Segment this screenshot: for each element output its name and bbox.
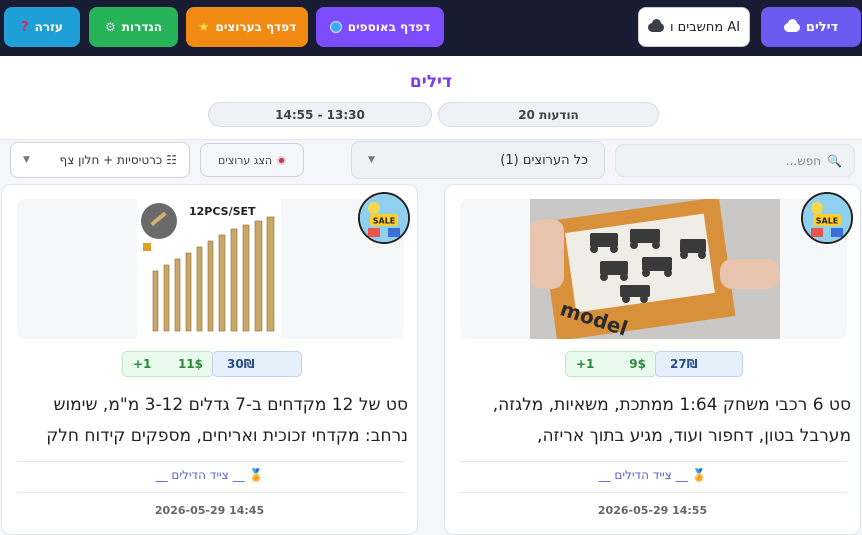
product-image[interactable]: model [530, 199, 780, 339]
message-count-pill: 20 הודעות [438, 102, 659, 127]
deal-card[interactable]: model SALE +1 9$ 27₪ סט 6 רכבי משחק 1:64… [444, 184, 861, 535]
search-input[interactable] [631, 153, 822, 168]
medal-icon: 🏅 [248, 468, 264, 482]
computers-ai-button[interactable]: מחשבים ו AI [638, 7, 750, 47]
plus-label: +1 [133, 357, 152, 371]
price-row: +1 11$ 30₪ [2, 351, 417, 377]
sale-badge-image: SALE [803, 194, 851, 242]
old-price-tag: 27₪ [655, 351, 743, 377]
sale-badge: SALE [801, 192, 853, 244]
sale-badge-text: SALE [373, 217, 396, 226]
star-icon: ★ [197, 19, 210, 35]
sale-badge-text: SALE [816, 217, 839, 226]
settings-button[interactable]: ⚙ הגדרות [89, 7, 178, 47]
old-price: 30₪ [227, 357, 255, 371]
view-mode-select[interactable]: ☷כרטיסיות + חלון צף ▼ [10, 142, 190, 178]
product-image-area: 12PCS/SET [17, 199, 404, 339]
gear-icon: ⚙ [105, 20, 116, 34]
divider [17, 492, 404, 493]
view-mode-value-wrap: ☷כרטיסיות + חלון צף [60, 153, 177, 167]
browse-collections-label: דפדף באוספים [347, 20, 431, 34]
top-bar: ? עזרה ⚙ הגדרות ★ דפדף בערוצים דפדף באוס… [0, 0, 862, 56]
browse-sellers-button[interactable]: ★ דפדף בערוצים [186, 7, 308, 47]
cloud-icon [783, 18, 800, 32]
sellers-select[interactable]: כל הערוצים (1) ▼ [351, 141, 605, 179]
deals-button[interactable]: דילים [761, 7, 861, 47]
deal-hunter-link[interactable]: 🏅 __ צייד הדילים __ [2, 468, 417, 482]
eye-icon [277, 155, 287, 165]
new-price: 9$ [629, 357, 646, 371]
old-price-tag: 30₪ [212, 351, 302, 377]
deal-title[interactable]: סט 6 רכבי משחק 1:64 ממתכת, משאיות, מלגזה… [459, 390, 851, 452]
grid-icon: ☷ [166, 153, 177, 167]
sellers-select-value: כל הערוצים (1) [500, 152, 588, 168]
new-price: 11$ [177, 357, 203, 371]
question-icon: ? [21, 19, 29, 35]
chevron-down-icon: ▼ [23, 155, 30, 165]
new-price-tag: +1 9$ [565, 351, 657, 377]
divider [17, 461, 404, 462]
deals-label: דילים [805, 19, 839, 35]
page-title: דילים [409, 72, 453, 92]
search-icon: 🔍 [827, 153, 842, 168]
deal-hunter-link[interactable]: 🏅 __ צייד הדילים __ [445, 468, 860, 482]
product-image-text: 12PCS/SET [189, 205, 256, 218]
computers-ai-label: מחשבים ו AI [669, 19, 741, 35]
product-image[interactable]: 12PCS/SET [137, 199, 281, 339]
new-price-tag: +1 11$ [122, 351, 214, 377]
settings-label: הגדרות [121, 20, 162, 34]
divider [460, 492, 847, 493]
show-sellers-label: הצג ערוצים [217, 153, 273, 167]
plus-label: +1 [576, 357, 595, 371]
time-range-pill: 14:55 - 13:30 [208, 102, 432, 127]
price-row: +1 9$ 27₪ [445, 351, 860, 377]
medal-icon: 🏅 [691, 468, 707, 482]
old-price: 27₪ [670, 357, 698, 371]
deal-title[interactable]: סט של 12 מקדחים ב-7 גדלים 3-12 מ"מ, שימו… [16, 390, 408, 452]
page-header [0, 56, 862, 140]
search-box: 🔍 [615, 144, 855, 177]
deal-card[interactable]: 12PCS/SET SALE +1 11$ 30₪ סט של 12 מקדחי… [1, 184, 418, 535]
product-image-area: model [460, 199, 847, 339]
deal-hunter-label: __ צייד הדילים __ [598, 468, 688, 482]
show-sellers-button[interactable]: הצג ערוצים [200, 143, 304, 177]
filter-bar: 🔍 כל הערוצים (1) ▼ הצג ערוצים ☷כרטיסיות … [0, 140, 862, 182]
sale-badge: SALE [358, 192, 410, 244]
deal-date: 2026-05-29 14:45 [154, 504, 265, 517]
view-mode-value: כרטיסיות + חלון צף [59, 153, 163, 167]
deal-hunter-label: __ צייד הדילים __ [155, 468, 245, 482]
chevron-down-icon: ▼ [368, 155, 375, 165]
help-button[interactable]: ? עזרה [4, 7, 80, 47]
browse-collections-button[interactable]: דפדף באוספים [316, 7, 444, 47]
help-label: עזרה [34, 20, 63, 34]
divider [460, 461, 847, 462]
deal-date: 2026-05-29 14:55 [597, 504, 708, 517]
cloud-icon [647, 18, 664, 32]
globe-icon [329, 21, 342, 33]
browse-sellers-label: דפדף בערוצים [215, 20, 297, 34]
sale-badge-image: SALE [360, 194, 408, 242]
